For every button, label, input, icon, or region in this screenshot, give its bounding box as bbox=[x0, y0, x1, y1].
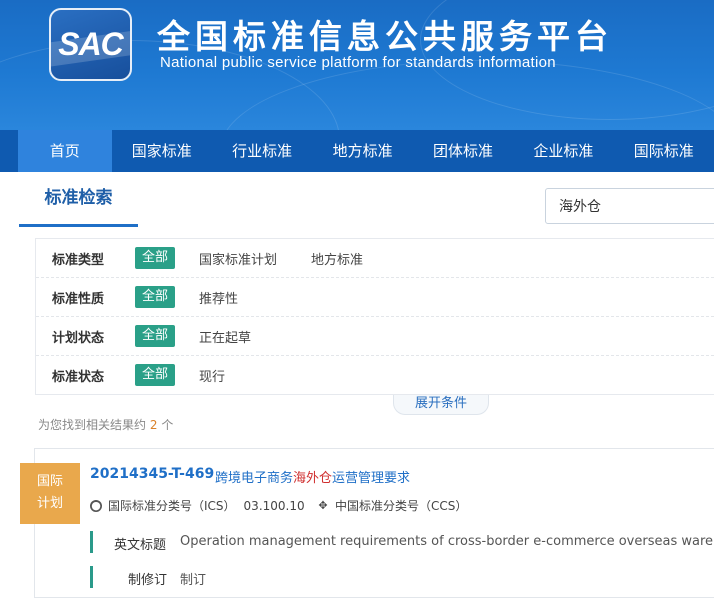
filter-option[interactable]: 国家标准计划 bbox=[199, 249, 277, 268]
nav-item-enterprise[interactable]: 企业标准 bbox=[513, 130, 613, 172]
nav-item-international[interactable]: 国际标准 bbox=[614, 130, 714, 172]
search-header: 标准检索 bbox=[0, 172, 714, 232]
filter-option[interactable]: 推荐性 bbox=[199, 288, 238, 307]
ics-label: 国际标准分类号（ICS） bbox=[108, 499, 236, 513]
globe-icon: ● bbox=[90, 498, 102, 512]
filter-option[interactable]: 正在起草 bbox=[199, 327, 251, 346]
filter-row-nature: 标准性质 全部 推荐性 bbox=[36, 278, 714, 317]
nav-item-local[interactable]: 地方标准 bbox=[312, 130, 412, 172]
english-title-label: 英文标题 bbox=[114, 538, 167, 553]
filter-all-button[interactable]: 全部 bbox=[135, 247, 175, 269]
filter-label: 标准性质 bbox=[52, 292, 105, 307]
ics-meta: ● 国际标准分类号（ICS） 03.100.10 bbox=[90, 497, 305, 514]
result-count: 为您找到相关结果约 2 个 bbox=[38, 416, 173, 433]
logo-text: SAC bbox=[58, 26, 124, 62]
standard-name-part: 跨境电子商务 bbox=[215, 471, 294, 486]
english-title-value: Operation management requirements of cro… bbox=[180, 534, 714, 549]
filter-panel: 标准类型 全部 国家标准计划 地方标准 标准性质 全部 推荐性 计划状态 全部 … bbox=[35, 238, 714, 395]
filter-all-button[interactable]: 全部 bbox=[135, 364, 175, 386]
nav-item-home[interactable]: 首页 bbox=[18, 130, 112, 172]
badge-line: 计划 bbox=[36, 496, 63, 511]
badge-line: 国际 bbox=[36, 474, 63, 489]
ccs-label: 中国标准分类号（CCS） bbox=[335, 499, 468, 513]
site-banner: SAC 全国标准信息公共服务平台 National public service… bbox=[0, 0, 714, 130]
result-count-suffix: 个 bbox=[161, 418, 174, 432]
crosshair-icon: ✥ bbox=[318, 498, 328, 512]
standard-name-link[interactable]: 跨境电子商务海外仓运营管理要求 bbox=[215, 467, 410, 486]
tab-standard-search[interactable]: 标准检索 bbox=[19, 172, 138, 227]
revision-value: 制订 bbox=[180, 573, 207, 588]
filter-all-button[interactable]: 全部 bbox=[135, 325, 175, 347]
filter-label: 标准类型 bbox=[52, 253, 105, 268]
nav-item-national[interactable]: 国家标准 bbox=[112, 130, 212, 172]
ccs-meta: ✥ 中国标准分类号（CCS） bbox=[317, 497, 475, 514]
filter-row-type: 标准类型 全部 国家标准计划 地方标准 bbox=[36, 239, 714, 278]
result-count-prefix: 为您找到相关结果约 bbox=[38, 418, 147, 432]
expand-conditions-button[interactable]: 展开条件 bbox=[393, 395, 489, 415]
filter-label: 标准状态 bbox=[52, 370, 105, 385]
main-nav: 首页 国家标准 行业标准 地方标准 团体标准 企业标准 国际标准 bbox=[0, 130, 714, 172]
sac-logo[interactable]: SAC bbox=[49, 8, 132, 81]
nav-item-industry[interactable]: 行业标准 bbox=[212, 130, 312, 172]
revision-label: 制修订 bbox=[128, 573, 168, 588]
standard-name-highlight: 海外仓 bbox=[293, 471, 333, 486]
site-subtitle: National public service platform for sta… bbox=[160, 54, 556, 71]
filter-option[interactable]: 地方标准 bbox=[311, 249, 363, 268]
result-type-badge: 国际 计划 bbox=[20, 463, 80, 524]
filter-all-button[interactable]: 全部 bbox=[135, 286, 175, 308]
row-marker bbox=[90, 566, 93, 588]
filter-row-plan-status: 计划状态 全部 正在起草 bbox=[36, 317, 714, 356]
standard-name-part: 运营管理要求 bbox=[332, 471, 411, 486]
filter-option[interactable]: 现行 bbox=[199, 366, 225, 385]
search-input[interactable] bbox=[545, 188, 714, 224]
standard-number-link[interactable]: 20214345-T-469 bbox=[90, 466, 214, 482]
filter-row-status: 标准状态 全部 现行 bbox=[36, 356, 714, 395]
result-count-number: 2 bbox=[149, 418, 158, 432]
nav-item-group[interactable]: 团体标准 bbox=[413, 130, 513, 172]
filter-label: 计划状态 bbox=[52, 331, 105, 346]
site-title: 全国标准信息公共服务平台 bbox=[157, 17, 613, 56]
english-title-row: 英文标题 Operation management requirements o… bbox=[90, 531, 714, 553]
ics-value: 03.100.10 bbox=[243, 498, 305, 513]
row-marker bbox=[90, 531, 93, 553]
